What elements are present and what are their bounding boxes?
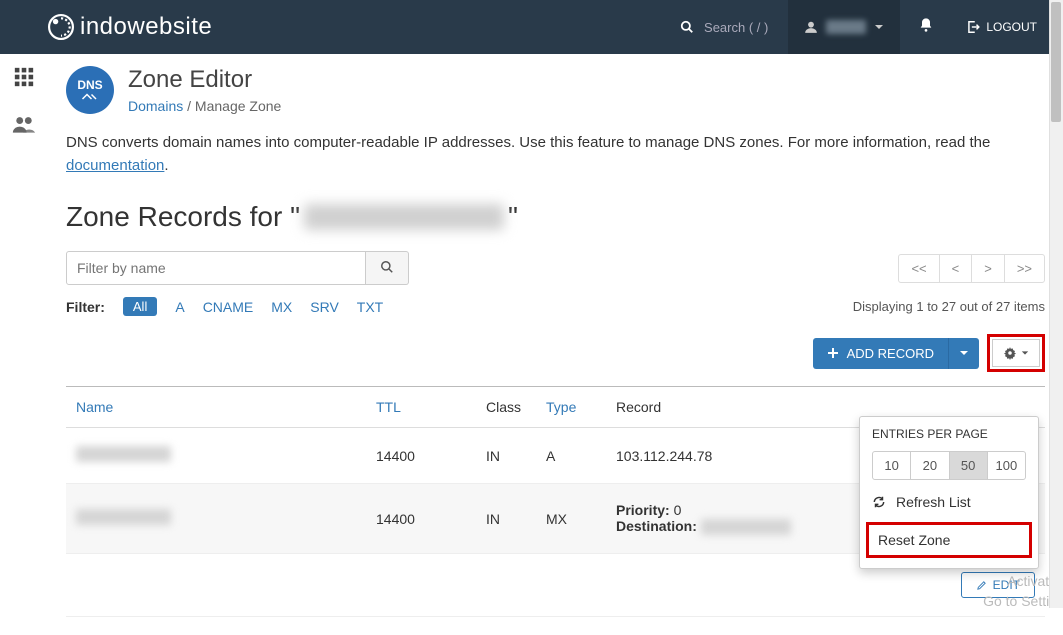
filter-tab-all[interactable]: All — [123, 297, 157, 316]
displaying-count: Displaying 1 to 27 out of 27 items — [853, 299, 1045, 314]
dns-badge-icon: DNS — [66, 66, 114, 114]
entries-10-button[interactable]: 10 — [872, 451, 911, 480]
main-content: DNS Zone Editor Domains / Manage Zone DN… — [48, 54, 1063, 635]
filter-tab-txt[interactable]: TXT — [357, 299, 383, 315]
caret-down-icon — [874, 22, 884, 32]
user-menu[interactable] — [788, 0, 900, 54]
search-icon — [380, 260, 394, 274]
pager: << < > >> — [899, 254, 1045, 283]
cell-type: MX — [536, 484, 606, 554]
search-icon — [680, 20, 694, 34]
entries-per-page-label: ENTRIES PER PAGE — [872, 427, 1026, 441]
filter-search-button[interactable] — [366, 251, 409, 285]
settings-dropdown-panel: ENTRIES PER PAGE 10 20 50 100 Refresh Li… — [859, 416, 1039, 569]
username-obscured — [826, 20, 866, 34]
gear-button-highlight — [987, 334, 1045, 372]
domain-name-obscured — [304, 204, 504, 230]
cell-class: IN — [476, 428, 536, 484]
refresh-list-label: Refresh List — [896, 494, 971, 510]
col-ttl[interactable]: TTL — [366, 387, 476, 428]
filter-tab-mx[interactable]: MX — [271, 299, 292, 315]
col-type[interactable]: Type — [536, 387, 606, 428]
caret-down-icon — [959, 348, 969, 358]
entries-50-button[interactable]: 50 — [949, 451, 988, 480]
notifications-button[interactable] — [900, 17, 952, 38]
brand[interactable]: indowebsite — [48, 13, 212, 41]
settings-gear-button[interactable] — [992, 339, 1040, 367]
pager-first-button[interactable]: << — [898, 254, 939, 283]
pencil-icon — [976, 580, 987, 591]
edit-button[interactable]: EDIT — [961, 572, 1035, 598]
users-group-icon[interactable] — [12, 114, 36, 140]
record-name-obscured — [76, 509, 171, 525]
reset-zone-button[interactable]: Reset Zone — [872, 528, 1026, 552]
entries-per-page-group: 10 20 50 100 — [872, 451, 1026, 480]
page-description: DNS converts domain names into computer-… — [66, 132, 1045, 177]
caret-down-icon — [1021, 349, 1029, 357]
filter-tab-cname[interactable]: CNAME — [203, 299, 254, 315]
cell-ttl: 14400 — [366, 484, 476, 554]
zone-records-heading: Zone Records for " " — [66, 201, 1045, 233]
add-record-button-group: ADD RECORD — [813, 338, 979, 369]
col-name[interactable]: Name — [66, 387, 366, 428]
filter-input[interactable] — [66, 251, 366, 285]
add-record-label: ADD RECORD — [847, 346, 934, 361]
cell-class: IN — [476, 484, 536, 554]
add-record-dropdown-button[interactable] — [948, 338, 979, 369]
pager-last-button[interactable]: >> — [1004, 254, 1045, 283]
reset-zone-highlight: Reset Zone — [866, 522, 1032, 558]
bell-icon — [918, 17, 934, 33]
left-sidebar — [0, 54, 48, 140]
search-box[interactable]: Search ( / ) — [660, 20, 788, 35]
breadcrumb-domains-link[interactable]: Domains — [128, 98, 183, 114]
filter-tab-a[interactable]: A — [175, 299, 184, 315]
scrollbar-thumb[interactable] — [1051, 2, 1061, 122]
scrollbar[interactable] — [1049, 0, 1063, 608]
topbar: indowebsite Search ( / ) LOGOUT — [0, 0, 1063, 54]
entries-20-button[interactable]: 20 — [910, 451, 949, 480]
brand-text: indowebsite — [80, 13, 212, 41]
cell-type: A — [536, 428, 606, 484]
apps-grid-icon[interactable] — [13, 66, 35, 94]
add-record-button[interactable]: ADD RECORD — [813, 338, 948, 369]
logout-label: LOGOUT — [986, 20, 1037, 34]
brand-logo-icon — [48, 14, 74, 40]
user-icon — [804, 20, 818, 34]
refresh-icon — [872, 495, 886, 509]
breadcrumb-current: Manage Zone — [195, 98, 281, 114]
destination-obscured — [701, 519, 791, 535]
filter-label: Filter: — [66, 299, 105, 315]
logout-icon — [966, 20, 980, 34]
pager-prev-button[interactable]: < — [939, 254, 973, 283]
record-name-obscured — [76, 446, 171, 462]
gear-icon — [1003, 346, 1017, 360]
refresh-list-button[interactable]: Refresh List — [872, 494, 1026, 510]
documentation-link[interactable]: documentation — [66, 157, 164, 174]
breadcrumb: Domains / Manage Zone — [128, 98, 281, 114]
filter-input-group — [66, 251, 409, 285]
filter-tab-srv[interactable]: SRV — [310, 299, 339, 315]
col-class: Class — [476, 387, 536, 428]
search-placeholder: Search ( / ) — [704, 20, 768, 35]
pager-next-button[interactable]: > — [971, 254, 1005, 283]
plus-icon — [827, 347, 839, 359]
entries-100-button[interactable]: 100 — [987, 451, 1026, 480]
logout-button[interactable]: LOGOUT — [952, 20, 1051, 34]
page-title: Zone Editor — [128, 66, 281, 94]
cell-ttl: 14400 — [366, 428, 476, 484]
